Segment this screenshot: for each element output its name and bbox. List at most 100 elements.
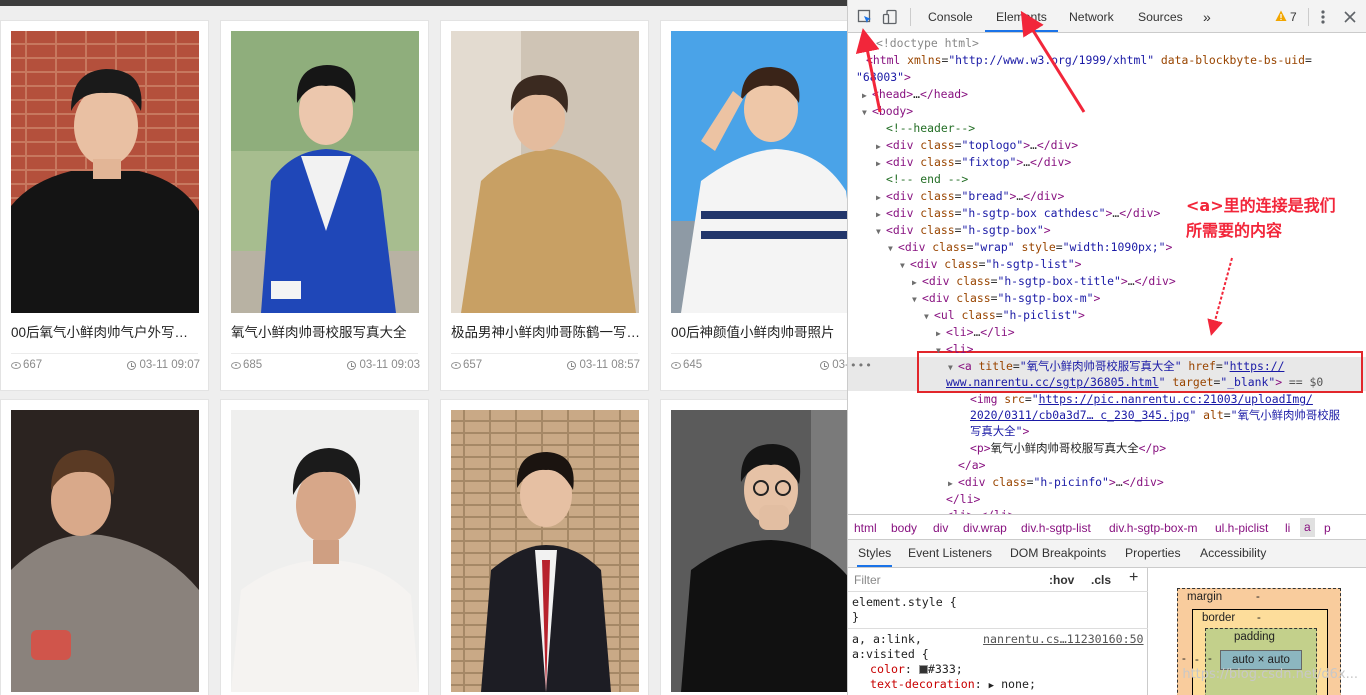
dom-line-picinfo[interactable]: ▶ <div class="h-picinfo">…</div> bbox=[948, 474, 1164, 491]
breadcrumb-html[interactable]: html bbox=[854, 521, 877, 535]
dom-line-img-cont[interactable]: 2020/0311/cb0a3d7… c_230_345.jpg" alt="氧… bbox=[970, 407, 1340, 424]
post-date-text: 03-11 09:07 bbox=[139, 359, 200, 371]
breadcrumb-a[interactable]: a bbox=[1300, 518, 1315, 537]
border-label: border bbox=[1202, 612, 1236, 624]
color-swatch[interactable] bbox=[918, 665, 928, 674]
hov-button[interactable]: :hov bbox=[1049, 573, 1074, 587]
dom-line-img-cont[interactable]: 写真大全"> bbox=[970, 423, 1029, 440]
filter-input[interactable]: Filter bbox=[854, 573, 881, 587]
dom-line-li-close[interactable]: </li> bbox=[946, 491, 980, 508]
card-photo[interactable] bbox=[231, 410, 419, 692]
padding-left-value[interactable]: - bbox=[1208, 653, 1212, 665]
tab-event-listeners[interactable]: Event Listeners bbox=[908, 540, 992, 567]
dom-line-boxtitle[interactable]: ▶ <div class="h-sgtp-box-title">…</div> bbox=[912, 273, 1176, 290]
view-count: 667 bbox=[11, 359, 42, 371]
view-count: 685 bbox=[231, 359, 262, 371]
box-model-border[interactable]: border - - padding - auto × auto bbox=[1192, 609, 1328, 695]
gallery-card[interactable] bbox=[440, 399, 649, 695]
dom-line-boxm[interactable]: ▼ <div class="h-sgtp-box-m"> bbox=[912, 290, 1100, 307]
dom-line-sgtpbox[interactable]: ▼ <div class="h-sgtp-box"> bbox=[876, 222, 1051, 239]
tab-console[interactable]: Console bbox=[928, 0, 973, 32]
rule-selector[interactable]: a, a:link, bbox=[852, 632, 922, 647]
card-title[interactable]: 极品男神小鲜肉帅哥陈鹤一写真大全 bbox=[451, 321, 641, 341]
gallery-card[interactable]: 极品男神小鲜肉帅哥陈鹤一写真大全 657 03-11 08:57 bbox=[440, 20, 649, 391]
dom-line-list[interactable]: ▼ <div class="h-sgtp-list"> bbox=[900, 256, 1081, 273]
warning-icon[interactable] bbox=[1275, 10, 1287, 25]
tab-accessibility[interactable]: Accessibility bbox=[1200, 540, 1266, 567]
border-left-value[interactable]: - bbox=[1195, 654, 1199, 666]
cls-button[interactable]: .cls bbox=[1091, 573, 1111, 587]
image-gallery: 00后氧气小鲜肉帅气户外写真大全 667 03-11 09:07 氧气小鲜肉帅哥… bbox=[0, 0, 847, 695]
dom-line-ul[interactable]: ▼ <ul class="h-piclist"> bbox=[924, 307, 1085, 324]
css-property[interactable]: text-decoration: ▶ none; bbox=[870, 677, 1036, 694]
breadcrumb-div-boxm[interactable]: div.h-sgtp-box-m bbox=[1109, 521, 1197, 535]
card-photo[interactable] bbox=[231, 31, 419, 313]
css-property[interactable]: color: #333; bbox=[870, 662, 963, 677]
margin-top-value[interactable]: - bbox=[1256, 591, 1260, 603]
dom-line-comment[interactable]: <!--header--> bbox=[886, 120, 975, 137]
breadcrumb-div[interactable]: div bbox=[933, 521, 948, 535]
tab-properties[interactable]: Properties bbox=[1125, 540, 1181, 567]
element-style-rule[interactable]: element.style { bbox=[852, 595, 957, 610]
breadcrumb-p[interactable]: p bbox=[1324, 521, 1331, 535]
warning-count[interactable]: 7 bbox=[1290, 10, 1297, 24]
gallery-card[interactable]: 00后氧气小鲜肉帅气户外写真大全 667 03-11 09:07 bbox=[0, 20, 209, 391]
card-photo[interactable] bbox=[11, 410, 199, 692]
card-title[interactable]: 氧气小鲜肉帅哥校服写真大全 bbox=[231, 321, 421, 341]
gallery-card[interactable]: 氧气小鲜肉帅哥校服写真大全 685 03-11 09:03 bbox=[220, 20, 429, 391]
more-tabs-button[interactable]: » bbox=[1203, 0, 1211, 32]
card-title[interactable]: 00后神颜值小鲜肉帅哥照片 bbox=[671, 321, 847, 341]
tab-dom-breakpoints[interactable]: DOM Breakpoints bbox=[1010, 540, 1106, 567]
breadcrumb-div-wrap[interactable]: div.wrap bbox=[963, 521, 1007, 535]
breadcrumb-li[interactable]: li bbox=[1285, 521, 1290, 535]
card-photo[interactable] bbox=[671, 410, 847, 692]
rule-source-link[interactable]: nanrentu.cs…11230160:50 bbox=[983, 632, 1144, 647]
dom-line-bread[interactable]: ▶ <div class="bread">…</div> bbox=[876, 188, 1064, 205]
device-toggle-icon[interactable] bbox=[882, 9, 898, 25]
dom-line-fixtop[interactable]: ▶ <div class="fixtop">…</div> bbox=[876, 154, 1071, 171]
dom-line-body[interactable]: ▼ <body> bbox=[862, 103, 913, 120]
node-menu-dots[interactable]: ••• bbox=[850, 359, 873, 372]
dom-line-li[interactable]: ▶<li>…</li> bbox=[936, 507, 1015, 514]
rule-selector[interactable]: a:visited { bbox=[852, 647, 929, 662]
box-model-padding[interactable]: padding - auto × auto bbox=[1205, 628, 1317, 695]
breadcrumb-ul[interactable]: ul.h-piclist bbox=[1215, 521, 1268, 535]
border-top-value[interactable]: - bbox=[1257, 612, 1261, 624]
gallery-card[interactable] bbox=[220, 399, 429, 695]
card-photo[interactable] bbox=[451, 410, 639, 692]
dom-line-toplogo[interactable]: ▶ <div class="toplogo">…</div> bbox=[876, 137, 1078, 154]
add-rule-button[interactable]: + bbox=[1129, 569, 1138, 587]
dom-line-a-close[interactable]: </a> bbox=[958, 457, 985, 474]
kebab-menu-icon[interactable] bbox=[1321, 9, 1325, 28]
dom-line-comment[interactable]: <!-- end --> bbox=[886, 171, 968, 188]
dom-line-img[interactable]: <img src="https://pic.nanrentu.cc:21003/… bbox=[970, 391, 1313, 408]
dom-line-html-cont[interactable]: "68003"> bbox=[856, 69, 911, 86]
dom-line-anchor[interactable]: ▼ <a title="氧气小鲜肉帅哥校服写真大全" href="https:// bbox=[948, 358, 1284, 375]
dom-line-li[interactable]: ▶<li>…</li> bbox=[936, 324, 1015, 341]
view-count-text: 667 bbox=[23, 359, 43, 371]
tab-sources[interactable]: Sources bbox=[1138, 0, 1183, 32]
gallery-card[interactable] bbox=[0, 399, 209, 695]
card-photo[interactable] bbox=[11, 31, 199, 313]
dom-line-cathdesc[interactable]: ▶ <div class="h-sgtp-box cathdesc">…</div… bbox=[876, 205, 1160, 222]
dom-line-doctype[interactable]: <!doctype html> bbox=[876, 35, 979, 52]
close-icon[interactable] bbox=[1344, 11, 1356, 26]
breadcrumb-div-list[interactable]: div.h-sgtp-list bbox=[1021, 521, 1091, 535]
margin-left-value[interactable]: - bbox=[1182, 653, 1186, 665]
tab-network[interactable]: Network bbox=[1069, 0, 1114, 32]
card-photo[interactable] bbox=[671, 31, 847, 313]
dom-line-wrap[interactable]: ▼ <div class="wrap" style="width:1090px;"… bbox=[888, 239, 1172, 256]
card-title[interactable]: 00后氧气小鲜肉帅气户外写真大全 bbox=[11, 321, 201, 341]
gallery-card[interactable]: 00后神颜值小鲜肉帅哥照片 645 03-11 08: bbox=[660, 20, 847, 391]
dom-line-p[interactable]: <p>氧气小鲜肉帅哥校服写真大全</p> bbox=[970, 440, 1166, 457]
dom-line-li-open[interactable]: ▼ <li> bbox=[936, 341, 973, 358]
card-photo[interactable] bbox=[451, 31, 639, 313]
gallery-card[interactable] bbox=[660, 399, 847, 695]
dom-line-html[interactable]: <html xmlns="http://www.w3.org/1999/xhtm… bbox=[866, 52, 1312, 69]
tab-elements[interactable]: Elements bbox=[985, 0, 1058, 32]
dom-line-anchor-cont[interactable]: www.nanrentu.cc/sgtp/36805.html" target=… bbox=[946, 374, 1323, 391]
inspect-element-icon[interactable] bbox=[857, 9, 873, 25]
tab-styles[interactable]: Styles bbox=[857, 540, 893, 567]
dom-line-head[interactable]: ▶ <head>…</head> bbox=[862, 86, 968, 103]
breadcrumb-body[interactable]: body bbox=[891, 521, 917, 535]
